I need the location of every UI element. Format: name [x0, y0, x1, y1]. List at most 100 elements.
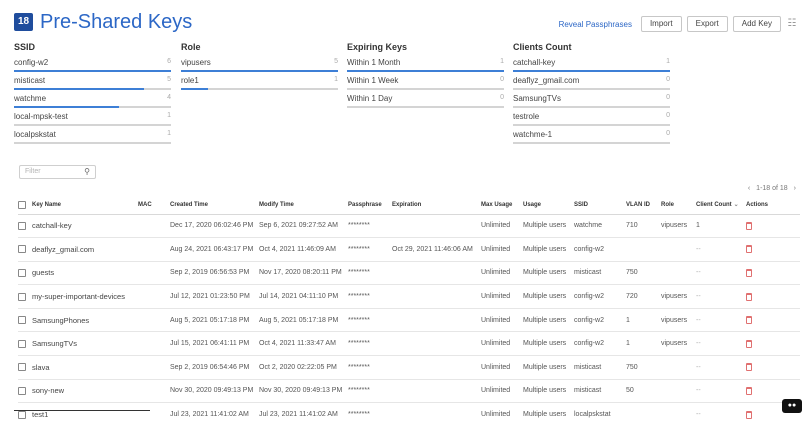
clients-summary-item[interactable]: deaflyz_gmail.com 0	[513, 74, 670, 91]
add-key-button[interactable]: Add Key	[732, 16, 781, 32]
ssid-summary-item[interactable]: local-mpsk-test 1	[14, 110, 171, 127]
table-row[interactable]: SamsungTVs Jul 15, 2021 06:41:11 PM Oct 4,…	[18, 331, 800, 357]
expiration-cell	[392, 331, 481, 357]
row-select-cell	[18, 308, 32, 333]
summary-item-count: 1	[167, 130, 171, 137]
col-header[interactable]: MAC	[138, 196, 170, 215]
table-row[interactable]: my-super-important-devices Jul 12, 2021 0…	[18, 284, 800, 309]
sort-down-icon[interactable]: ⌄	[734, 202, 739, 208]
client-count-cell: --	[696, 355, 746, 380]
col-header[interactable]: Max Usage	[481, 196, 523, 215]
delete-icon[interactable]	[746, 292, 752, 301]
role-cell	[661, 402, 696, 423]
usage-cell: Multiple users	[523, 214, 574, 239]
select-all-checkbox[interactable]	[18, 200, 26, 209]
delete-icon[interactable]	[746, 245, 752, 254]
col-header[interactable]: VLAN ID	[626, 196, 661, 215]
clients-summary-item[interactable]: testrole 0	[513, 110, 670, 127]
clients-summary-item[interactable]: watchme-1 0	[513, 128, 670, 145]
col-header[interactable]: SSID	[574, 196, 626, 215]
expiring-summary-item[interactable]: Within 1 Month 1	[347, 56, 504, 73]
delete-icon[interactable]	[746, 386, 752, 395]
delete-icon[interactable]	[746, 363, 752, 372]
delete-icon[interactable]	[746, 339, 752, 348]
usage-cell: Multiple users	[523, 331, 574, 357]
summary-item-count: 5	[334, 58, 338, 65]
col-header[interactable]: Expiration	[392, 196, 481, 215]
ssid-cell: misticast	[574, 379, 626, 404]
key-name-cell: my-super-important-devices	[32, 284, 138, 309]
key-name-cell: deaflyz_gmail.com	[32, 237, 138, 262]
role-cell	[661, 261, 696, 286]
row-checkbox[interactable]	[18, 386, 26, 395]
table-row[interactable]: guests Sep 2, 2019 06:56:53 PM Nov 17, 202…	[18, 261, 800, 286]
role-cell: vipusers	[661, 284, 696, 309]
ssid-summary-item[interactable]: config-w2 6	[14, 56, 171, 73]
delete-icon[interactable]	[746, 316, 752, 325]
col-header[interactable]: Passphrase	[348, 196, 392, 215]
row-checkbox[interactable]	[18, 339, 26, 348]
delete-icon[interactable]	[746, 268, 752, 277]
row-checkbox[interactable]	[18, 268, 26, 277]
summary-bar-track	[181, 88, 338, 90]
role-cell: vipusers	[661, 214, 696, 239]
select-all-cell	[18, 196, 32, 215]
summary-bar-track	[513, 88, 670, 90]
import-button[interactable]: Import	[640, 16, 682, 32]
ssid-cell: misticast	[574, 261, 626, 286]
row-checkbox[interactable]	[18, 245, 26, 254]
delete-icon[interactable]	[746, 410, 752, 419]
ssid-summary-item[interactable]: misticast 5	[14, 74, 171, 91]
expiring-summary-item[interactable]: Within 1 Week 0	[347, 74, 504, 91]
ssid-cell: config-w2	[574, 331, 626, 357]
summary-bar-track	[347, 88, 504, 90]
passphrase-cell: ********	[348, 237, 392, 262]
table-row[interactable]: catchall-key Dec 17, 2020 06:02:46 PM Sep …	[18, 214, 800, 239]
prev-page-button[interactable]: ‹	[748, 185, 750, 192]
client-count-cell: --	[696, 379, 746, 404]
next-page-button[interactable]: ›	[794, 185, 796, 192]
ssid-cell: misticast	[574, 355, 626, 380]
expiration-cell: Oct 29, 2021 11:46:06 AM	[392, 237, 481, 262]
col-header[interactable]: Modify Time	[259, 196, 348, 215]
summary-item-count: 5	[167, 76, 171, 83]
page-header: 18 Pre-Shared Keys Reveal Passphrases Im…	[14, 10, 798, 36]
role-summary-item[interactable]: role1 1	[181, 74, 338, 91]
table-row[interactable]: sony-new Nov 30, 2020 09:49:13 PM Nov 30, …	[18, 379, 800, 404]
table-row[interactable]: slava Sep 2, 2019 06:54:46 PM Oct 2, 2020 …	[18, 355, 800, 380]
row-checkbox[interactable]	[18, 363, 26, 372]
client-count-cell: --	[696, 284, 746, 309]
created-time-cell: Jul 15, 2021 06:41:11 PM	[170, 331, 259, 357]
clients-summary-item[interactable]: catchall-key 1	[513, 56, 670, 73]
reveal-passphrases-link[interactable]: Reveal Passphrases	[559, 20, 632, 29]
export-button[interactable]: Export	[686, 16, 728, 32]
summary-item-count: 0	[500, 76, 504, 83]
table-row[interactable]: deaflyz_gmail.com Aug 24, 2021 06:43:17 P…	[18, 237, 800, 262]
col-header[interactable]: Created Time	[170, 196, 259, 215]
summary-bar-track	[513, 142, 670, 144]
col-header[interactable]: Key Name	[32, 196, 138, 215]
row-checkbox[interactable]	[18, 292, 26, 301]
row-checkbox[interactable]	[18, 410, 26, 419]
vlan-cell: 720	[626, 284, 661, 309]
filter-input[interactable]: Filter ⚲	[19, 165, 96, 179]
ssid-summary-item[interactable]: localpskstat 1	[14, 128, 171, 145]
columns-icon[interactable]: ☷	[786, 18, 798, 30]
expiring-summary-item[interactable]: Within 1 Day 0	[347, 92, 504, 109]
row-checkbox[interactable]	[18, 221, 26, 230]
summary-bar-fill	[181, 70, 338, 72]
client-count-header[interactable]: Client Count ⌄	[696, 196, 746, 215]
summary-bar-fill	[14, 106, 120, 108]
col-header[interactable]: Usage	[523, 196, 574, 215]
row-checkbox[interactable]	[18, 316, 26, 325]
ssid-summary-item[interactable]: watchme 4	[14, 92, 171, 109]
modify-time-cell: Nov 30, 2020 09:49:13 PM	[259, 379, 348, 404]
table-row[interactable]: SamsungPhones Aug 5, 2021 05:17:18 PM Aug …	[18, 308, 800, 333]
clients-summary-item[interactable]: SamsungTVs 0	[513, 92, 670, 109]
col-header[interactable]: Role	[661, 196, 696, 215]
chat-widget-icon[interactable]: ●●	[782, 399, 802, 413]
passphrase-cell: ********	[348, 402, 392, 423]
role-summary-item[interactable]: vipusers 5	[181, 56, 338, 73]
delete-icon[interactable]	[746, 221, 752, 230]
table-row[interactable]: test1 Jul 23, 2021 11:41:02 AM Jul 23, 202…	[18, 402, 800, 423]
